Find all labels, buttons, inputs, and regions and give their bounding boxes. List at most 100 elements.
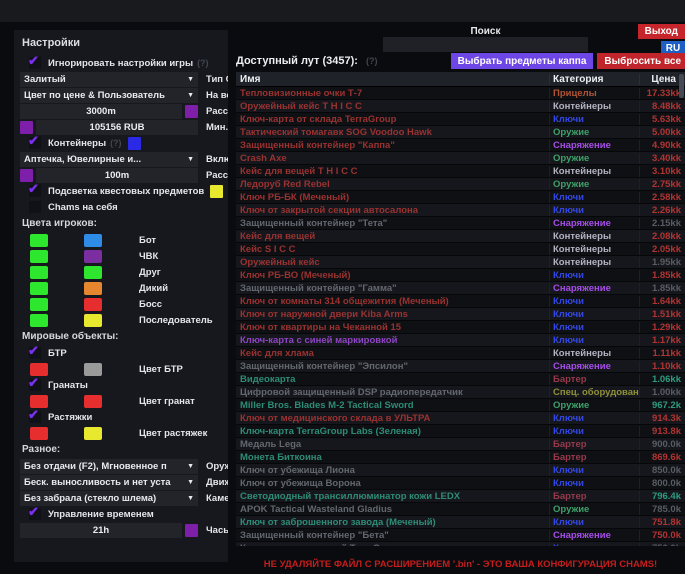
setting-row-check-20: Гранаты [20, 378, 222, 392]
table-row[interactable]: Кейс для вещейКонтейнеры2.08kk [236, 230, 685, 243]
color-swatch[interactable] [30, 266, 48, 279]
table-row[interactable]: APOK Tactical Wasteland GladiusОружие785… [236, 503, 685, 516]
table-row[interactable]: Защищенный контейнер "Эпсилон"Снаряжение… [236, 360, 685, 373]
table-row[interactable]: Защищенный контейнер "Гамма"Снаряжение1.… [236, 282, 685, 295]
table-row[interactable]: Кейс для вещей T H I C CКонтейнеры3.10kk [236, 165, 685, 178]
checkbox-checked[interactable] [29, 379, 41, 391]
color-swatch[interactable] [30, 314, 48, 327]
color-swatch[interactable] [30, 395, 48, 408]
dropdown[interactable]: Аптечка, Ювелирные и...▼ [20, 152, 198, 167]
table-row[interactable]: Ледоруб Red RebelОружие2.75kk [236, 178, 685, 191]
drop-all-button[interactable]: Выбросить все [597, 53, 685, 69]
table-row[interactable]: Монета БиткоинаБартер869.6k [236, 451, 685, 464]
table-row[interactable]: ВидеокартаБартер1.06kk [236, 373, 685, 386]
color-swatch[interactable] [30, 282, 48, 295]
color-swatch[interactable] [20, 121, 33, 134]
table-row[interactable]: Ключ от убежища ЛионаКлючи850.0k [236, 464, 685, 477]
color-swatch[interactable] [84, 298, 102, 311]
color-swatch[interactable] [84, 250, 102, 263]
select-kappa-items-button[interactable]: Выбрать предметы каппа [451, 53, 594, 69]
color-swatch[interactable] [84, 314, 102, 327]
color-swatch[interactable] [30, 363, 48, 376]
table-row[interactable]: Тактический томагавк SOG Voodoo HawkОруж… [236, 126, 685, 139]
color-swatch[interactable] [30, 250, 48, 263]
item-name: Кейс для хлама [236, 348, 549, 359]
table-row[interactable]: Оружейный кейсКонтейнеры1.95kk [236, 256, 685, 269]
table-row[interactable]: Crash AxeОружие3.40kk [236, 152, 685, 165]
table-row[interactable]: Тепловизионные очки Т-7Прицелы17.33kk [236, 87, 685, 100]
table-row[interactable]: Ключ от квартиры на Чеканной 15Ключи1.29… [236, 321, 685, 334]
table-row[interactable]: Ключ от закрытой секции автосалонаКлючи2… [236, 204, 685, 217]
item-name: Ключ от убежища Лиона [236, 465, 549, 476]
color-swatch[interactable] [128, 137, 141, 150]
chevron-down-icon: ▼ [187, 76, 194, 83]
checkbox-checked[interactable] [29, 185, 41, 197]
color-swatch[interactable] [84, 266, 102, 279]
color-swatch[interactable] [30, 234, 48, 247]
item-category: Контейнеры [549, 348, 639, 359]
color-swatch[interactable] [185, 105, 198, 118]
table-row[interactable]: Защищенный контейнер "Тета"Снаряжение2.1… [236, 217, 685, 230]
dropdown[interactable]: Без отдачи (F2), Мгновенное п▼ [20, 459, 198, 474]
checkbox-checked[interactable] [29, 411, 41, 423]
table-row[interactable]: Ключ от медицинского склада в УЛЬТРАКлюч… [236, 412, 685, 425]
color-swatch[interactable] [185, 524, 198, 537]
checkbox-checked[interactable] [29, 347, 41, 359]
item-category: Контейнеры [549, 244, 639, 255]
column-header-name[interactable]: Имя [236, 74, 549, 85]
column-header-category[interactable]: Категория [549, 74, 639, 85]
search-input[interactable] [383, 37, 588, 52]
table-row[interactable]: Ключ РБ-БК (Меченый)Ключи2.58kk [236, 191, 685, 204]
item-category: Бартер [549, 452, 639, 463]
table-row[interactable]: Защищенный контейнер "Каппа"Снаряжение4.… [236, 139, 685, 152]
item-category: Ключи [549, 205, 639, 216]
color-swatch[interactable] [84, 427, 102, 440]
dropdown-value: Без забрала (стекло шлема) [24, 493, 184, 504]
table-row[interactable]: Ключ от заброшенного завода (Меченый)Клю… [236, 516, 685, 529]
table-row[interactable]: Ключ от комнаты 314 общежития (Меченый)К… [236, 295, 685, 308]
scrollbar[interactable] [679, 74, 684, 544]
checkbox-unchecked[interactable] [29, 201, 41, 213]
table-row[interactable]: Ключ РБ-ВО (Меченый)Ключи1.85kk [236, 269, 685, 282]
dropdown[interactable]: Беск. выносливость и нет уста▼ [20, 475, 198, 490]
color-swatch[interactable] [84, 395, 102, 408]
table-row[interactable]: Кейс для хламаКонтейнеры1.11kk [236, 347, 685, 360]
control-label: Расстояние [206, 106, 228, 117]
color-swatch[interactable] [20, 169, 33, 182]
table-row[interactable]: Ключ от переговорной TerraGroupКлючи750.… [236, 542, 685, 546]
color-swatch[interactable] [84, 282, 102, 295]
table-row[interactable]: Кейс S I C CКонтейнеры2.05kk [236, 243, 685, 256]
item-name: Цифровой защищенный DSP радиопередатчик [236, 387, 549, 398]
checkbox-checked[interactable] [29, 508, 41, 520]
item-name: Miller Bros. Blades M-2 Tactical Sword [236, 400, 549, 411]
table-row[interactable]: Ключ-карта TerraGroup Labs (Зеленая)Ключ… [236, 425, 685, 438]
dropdown[interactable]: Без забрала (стекло шлема)▼ [20, 491, 198, 506]
checkbox-checked[interactable] [29, 57, 41, 69]
table-row[interactable]: Ключ-карта с синей маркировкойКлючи1.17k… [236, 334, 685, 347]
text-input[interactable]: 21h [20, 523, 182, 538]
table-row[interactable]: Светодиодный трансиллюминатор кожи LEDXБ… [236, 490, 685, 503]
item-name: Кейс S I C C [236, 244, 549, 255]
dropdown[interactable]: Залитый▼ [20, 72, 198, 87]
table-row[interactable]: Ключ от убежища ВоронаКлючи800.0k [236, 477, 685, 490]
scrollbar-thumb[interactable] [679, 74, 684, 98]
color-swatch[interactable] [84, 363, 102, 376]
text-input[interactable]: 3000m [20, 104, 182, 119]
table-row[interactable]: Оружейный кейс T H I C CКонтейнеры8.48kk [236, 100, 685, 113]
color-swatch[interactable] [30, 298, 48, 311]
color-swatch[interactable] [84, 234, 102, 247]
table-row[interactable]: Цифровой защищенный DSP радиопередатчикС… [236, 386, 685, 399]
table-row[interactable]: Защищенный контейнер "Бета"Снаряжение750… [236, 529, 685, 542]
table-row[interactable]: Ключ-карта от склада TerraGroupКлючи5.63… [236, 113, 685, 126]
table-row[interactable]: Медаль LegaБартер900.0k [236, 438, 685, 451]
exit-button[interactable]: Выход [638, 24, 685, 39]
color-swatch[interactable] [210, 185, 223, 198]
dropdown[interactable]: Цвет по цене & Пользователь▼ [20, 88, 198, 103]
checkbox-checked[interactable] [29, 137, 41, 149]
table-row[interactable]: Miller Bros. Blades M-2 Tactical SwordОр… [236, 399, 685, 412]
chevron-down-icon: ▼ [187, 463, 194, 470]
text-input[interactable]: 105156 RUB [36, 120, 198, 135]
color-swatch[interactable] [30, 427, 48, 440]
text-input[interactable]: 100m [36, 168, 198, 183]
table-row[interactable]: Ключ от наружной двери Kiba ArmsКлючи1.5… [236, 308, 685, 321]
